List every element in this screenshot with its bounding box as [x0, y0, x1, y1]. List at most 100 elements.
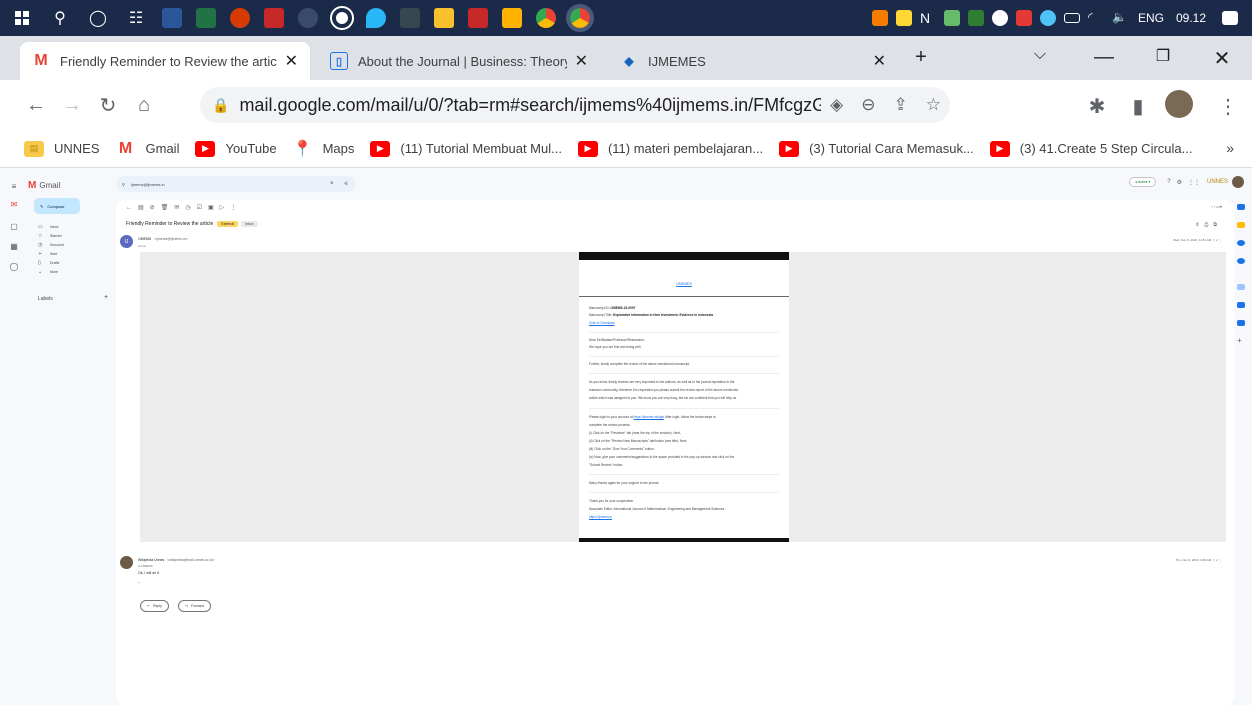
new-tab-icon[interactable]: +: [906, 46, 936, 69]
sidebar-item-starred[interactable]: ☆ Starred: [38, 233, 61, 239]
more-vert-icon[interactable]: ⋮: [1219, 558, 1222, 562]
clock[interactable]: 09.12: [1176, 11, 1206, 25]
delete-icon[interactable]: 🗑: [161, 205, 175, 211]
login-link[interactable]: https://ijmems.in/login: [633, 415, 664, 419]
tray-icon-n[interactable]: N: [920, 10, 936, 26]
tab-ijmemes[interactable]: ◆ IJMEMES ✕: [608, 42, 898, 80]
addon-icon-2[interactable]: [1237, 302, 1245, 308]
bookmark-maps[interactable]: 📍 Maps: [293, 141, 355, 158]
pagination[interactable]: ‹ › ▭▾: [1211, 204, 1222, 209]
reply-button[interactable]: ↩ Reply: [140, 600, 169, 612]
help-icon[interactable]: ?: [1167, 179, 1170, 185]
tray-icon-green[interactable]: [967, 10, 984, 26]
tab-gmail[interactable]: M Friendly Reminder to Review the articl…: [20, 42, 310, 80]
report-spam-icon[interactable]: ⊘: [150, 205, 161, 211]
tab-journal[interactable]: ▯ About the Journal | Business: Theory a…: [318, 42, 600, 80]
bookmark-video-3[interactable]: ▶ (3) Tutorial Cara Memasuk...: [779, 140, 974, 157]
tray-icon-pen[interactable]: [943, 10, 960, 26]
excel-app-icon[interactable]: [196, 8, 216, 28]
profile-avatar[interactable]: [1165, 90, 1193, 118]
extensions-puzzle-icon[interactable]: ✱: [1085, 94, 1109, 119]
add-label-icon[interactable]: +: [104, 294, 108, 301]
task-view-icon[interactable]: ☷: [122, 4, 150, 32]
tray-icon-orange[interactable]: [871, 10, 888, 26]
bookmark-youtube[interactable]: ▶ YouTube: [195, 140, 277, 157]
keep-icon[interactable]: [1237, 222, 1245, 228]
sidebar-item-sent[interactable]: ➢ Sent: [38, 251, 57, 257]
url-text[interactable]: mail.google.com/mail/u/0/?tab=rm#search/…: [239, 95, 821, 116]
account-avatar[interactable]: [1232, 176, 1244, 188]
spaces-icon[interactable]: ▦: [8, 242, 20, 252]
bookmark-star-icon[interactable]: ☆: [926, 95, 941, 115]
mark-unread-icon[interactable]: ✉: [174, 205, 185, 211]
tab-search-icon[interactable]: ⌵: [1025, 46, 1055, 64]
restore-icon[interactable]: ❐: [1148, 46, 1178, 66]
sidebar-item-inbox[interactable]: ▭ Inbox: [38, 224, 59, 230]
extension-diamond-icon[interactable]: ◈: [830, 95, 843, 115]
pdf-app-icon[interactable]: [264, 8, 284, 28]
move-icon[interactable]: ▣: [208, 205, 220, 211]
apps-grid-icon[interactable]: ⋮⋮: [1188, 179, 1200, 186]
search-icon[interactable]: ⚲: [46, 4, 74, 32]
side-panel-icon[interactable]: ▮: [1126, 94, 1150, 119]
clear-search-icon[interactable]: ×: [330, 181, 334, 187]
archive-icon[interactable]: ▤: [138, 205, 150, 211]
chrome-active-icon[interactable]: [566, 4, 594, 32]
cortana-icon[interactable]: ◯: [84, 4, 112, 32]
snooze-icon[interactable]: ◷: [185, 205, 196, 211]
zoom-icon[interactable]: ⊖: [861, 95, 875, 115]
more-vert-icon[interactable]: ⋮: [1219, 238, 1222, 242]
tasks-icon[interactable]: [1237, 240, 1245, 246]
search-input[interactable]: ⚲ ijmems@ijmems.in × ⚟: [116, 176, 356, 192]
onedrive-icon[interactable]: [1039, 10, 1056, 26]
account-badge[interactable]: UNNES: [1207, 179, 1228, 185]
star-icon[interactable]: ☆: [1212, 238, 1215, 242]
file-explorer-icon[interactable]: [434, 8, 454, 28]
app-icon-record[interactable]: [330, 6, 354, 30]
wifi-icon[interactable]: ◜: [1088, 10, 1104, 26]
app-icon-z[interactable]: [468, 8, 488, 28]
tray-icon-chrome[interactable]: [991, 10, 1008, 26]
close-icon[interactable]: ✕: [575, 51, 588, 71]
tray-icon-red[interactable]: [1015, 10, 1032, 26]
app-icon-dark[interactable]: [400, 8, 420, 28]
gmail-logo[interactable]: M Gmail: [28, 180, 60, 191]
open-new-window-icon[interactable]: ⧉: [1213, 222, 1222, 228]
lock-icon[interactable]: 🔒: [212, 97, 229, 114]
addon-icon-3[interactable]: [1237, 320, 1245, 326]
forward-button[interactable]: ↪ Forward: [178, 600, 211, 612]
reply-recipient[interactable]: to IJMEMS: [138, 564, 153, 568]
sidebar-item-snoozed[interactable]: ◷ Snoozed: [38, 242, 64, 248]
inbox-label-badge[interactable]: Inbox: [241, 221, 258, 227]
add-addon-icon[interactable]: +: [1237, 336, 1245, 345]
status-indicator[interactable]: ● Active ▾: [1129, 177, 1157, 187]
close-icon[interactable]: ✕: [285, 51, 298, 71]
share-icon[interactable]: ⇪: [894, 95, 908, 115]
menu-icon[interactable]: ≡: [8, 182, 20, 192]
word-app-icon[interactable]: [162, 8, 182, 28]
star-icon[interactable]: ☆: [1212, 558, 1215, 562]
bookmark-unnes[interactable]: ▤ UNNES: [24, 140, 100, 157]
bookmark-video-4[interactable]: ▶ (3) 41.Create 5 Step Circula...: [989, 140, 1192, 157]
battery-icon[interactable]: [1063, 13, 1080, 23]
compose-button[interactable]: ✎ Compose: [34, 198, 80, 214]
more-bookmarks-icon[interactable]: »: [1226, 140, 1234, 156]
app-icon-red[interactable]: [230, 8, 250, 28]
back-icon[interactable]: ←: [18, 94, 54, 117]
meet-icon[interactable]: ◯: [8, 262, 20, 272]
reply-icon[interactable]: ↩: [1216, 558, 1219, 562]
chat-icon[interactable]: ▢: [8, 222, 20, 232]
close-icon[interactable]: ✕: [873, 51, 886, 71]
back-arrow-icon[interactable]: ←: [126, 205, 138, 211]
more-vert-icon[interactable]: ⋮: [230, 205, 242, 211]
forward-icon[interactable]: →: [54, 94, 90, 117]
bookmark-gmail[interactable]: M Gmail: [116, 140, 180, 157]
search-options-icon[interactable]: ⚟: [344, 181, 348, 187]
recipient[interactable]: to me: [138, 244, 146, 248]
app-icon-folder[interactable]: [502, 8, 522, 28]
settings-gear-icon[interactable]: ⚙: [1177, 179, 1182, 186]
window-close-icon[interactable]: ✕: [1207, 46, 1237, 71]
home-icon[interactable]: ⌂: [126, 94, 162, 117]
chrome-icon[interactable]: [536, 8, 556, 28]
chrome-menu-icon[interactable]: ⋮: [1216, 94, 1240, 119]
